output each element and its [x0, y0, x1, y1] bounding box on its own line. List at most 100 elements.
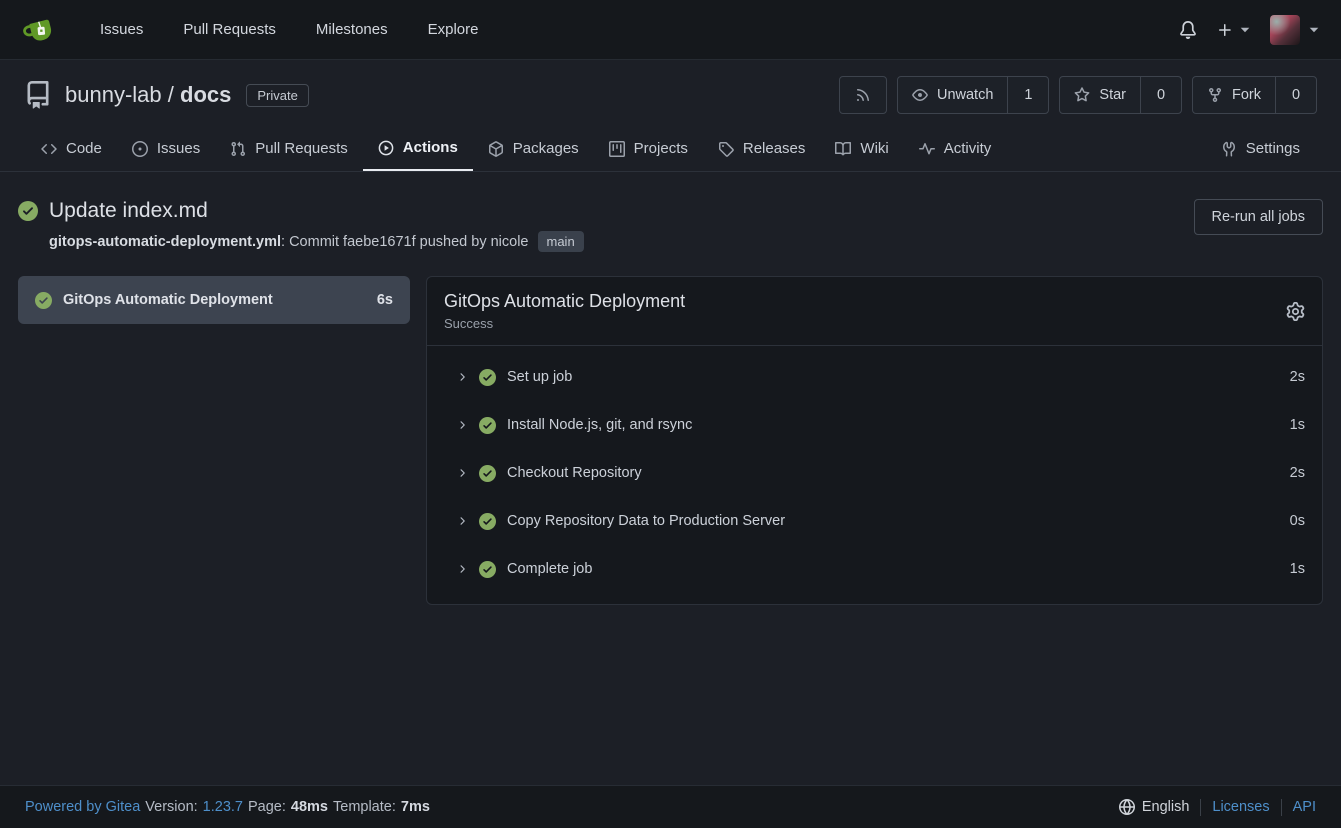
- tab-wiki[interactable]: Wiki: [820, 129, 903, 171]
- repo-name-link[interactable]: docs: [180, 82, 231, 107]
- version-link[interactable]: 1.23.7: [203, 799, 243, 815]
- repo-separator: /: [168, 82, 174, 107]
- step-row[interactable]: Complete job 1s: [427, 545, 1322, 593]
- chevron-down-icon: [1240, 27, 1250, 33]
- tab-releases[interactable]: Releases: [703, 129, 821, 171]
- rerun-all-jobs-button[interactable]: Re-run all jobs: [1194, 199, 1324, 235]
- nav-link-issues[interactable]: Issues: [80, 0, 163, 60]
- git-pull-request-icon: [230, 141, 246, 157]
- version-label: Version:: [145, 799, 197, 815]
- footer-links: English Licenses API: [1119, 799, 1316, 816]
- powered-by-gitea-link[interactable]: Powered by Gitea: [25, 799, 140, 815]
- workflow-file-link[interactable]: gitops-automatic-deployment.yml: [49, 234, 281, 250]
- run-columns: GitOps Automatic Deployment 6s GitOps Au…: [18, 276, 1323, 605]
- api-link[interactable]: API: [1293, 799, 1316, 815]
- branch-badge[interactable]: main: [538, 231, 584, 252]
- globe-icon: [1119, 799, 1135, 815]
- tab-activity[interactable]: Activity: [904, 129, 1007, 171]
- job-detail-panel: GitOps Automatic Deployment Success Set …: [426, 276, 1323, 605]
- tab-issues[interactable]: Issues: [117, 129, 215, 171]
- step-success-check-icon: [479, 561, 496, 578]
- chevron-right-icon[interactable]: [456, 563, 468, 575]
- forks-count[interactable]: 0: [1275, 77, 1316, 113]
- page-time: 48ms: [291, 799, 328, 815]
- user-menu-dropdown[interactable]: [1270, 15, 1319, 45]
- job-steps-list: Set up job 2s Install Node.js, git, and …: [427, 346, 1322, 604]
- step-name: Install Node.js, git, and rsync: [507, 417, 692, 433]
- step-row[interactable]: Checkout Repository 2s: [427, 449, 1322, 497]
- job-list: GitOps Automatic Deployment 6s: [18, 276, 410, 324]
- rss-icon: [855, 87, 871, 103]
- step-row[interactable]: Set up job 2s: [427, 353, 1322, 401]
- step-duration: 2s: [1290, 369, 1305, 385]
- step-duration: 2s: [1290, 465, 1305, 481]
- top-navbar: Issues Pull Requests Milestones Explore: [0, 0, 1341, 60]
- git-fork-icon: [1207, 87, 1223, 103]
- job-list-item-selected[interactable]: GitOps Automatic Deployment 6s: [18, 276, 410, 324]
- notifications-bell-icon[interactable]: [1179, 21, 1197, 39]
- topnav-right-cluster: [1179, 15, 1319, 45]
- repo-owner-link[interactable]: bunny-lab: [65, 82, 162, 107]
- footer: Powered by Gitea Version: 1.23.7 Page: 4…: [0, 785, 1341, 828]
- job-options-gear-icon[interactable]: [1286, 302, 1305, 321]
- project-board-icon: [609, 141, 625, 157]
- commit-text: : Commit faebe1671f pushed by nicole: [281, 234, 528, 250]
- step-row[interactable]: Install Node.js, git, and rsync 1s: [427, 401, 1322, 449]
- template-label: Template:: [333, 799, 396, 815]
- nav-link-milestones[interactable]: Milestones: [296, 0, 408, 60]
- gitea-logo-icon[interactable]: [22, 13, 56, 47]
- chevron-right-icon[interactable]: [456, 515, 468, 527]
- nav-link-explore[interactable]: Explore: [408, 0, 499, 60]
- step-name: Checkout Repository: [507, 465, 642, 481]
- star-button[interactable]: Star: [1060, 77, 1140, 113]
- issue-opened-icon: [132, 141, 148, 157]
- plus-icon: [1217, 22, 1233, 38]
- tab-actions[interactable]: Actions: [363, 129, 473, 171]
- unwatch-button[interactable]: Unwatch: [898, 77, 1007, 113]
- step-duration: 0s: [1290, 513, 1305, 529]
- avatar[interactable]: [1270, 15, 1300, 45]
- step-duration: 1s: [1290, 561, 1305, 577]
- job-detail-header: GitOps Automatic Deployment Success: [427, 277, 1322, 346]
- job-name: GitOps Automatic Deployment: [63, 292, 273, 308]
- create-new-dropdown[interactable]: [1217, 22, 1250, 38]
- tab-packages[interactable]: Packages: [473, 129, 594, 171]
- code-icon: [41, 141, 57, 157]
- tab-pull-requests[interactable]: Pull Requests: [215, 129, 363, 171]
- job-duration: 6s: [377, 292, 393, 308]
- repo-title: bunny-lab / docs: [65, 82, 231, 108]
- fork-label: Fork: [1232, 87, 1261, 103]
- footer-meta: Powered by Gitea Version: 1.23.7 Page: 4…: [25, 799, 430, 815]
- eye-icon: [912, 87, 928, 103]
- nav-link-pull-requests[interactable]: Pull Requests: [163, 0, 296, 60]
- repo-tabbar: Code Issues Pull Requests Actions Packag…: [24, 129, 1317, 171]
- unwatch-label: Unwatch: [937, 87, 993, 103]
- licenses-link[interactable]: Licenses: [1212, 799, 1269, 815]
- tab-settings[interactable]: Settings: [1206, 129, 1315, 171]
- job-detail-title: GitOps Automatic Deployment: [444, 291, 685, 312]
- step-row[interactable]: Copy Repository Data to Production Serve…: [427, 497, 1322, 545]
- stars-count[interactable]: 0: [1140, 77, 1181, 113]
- chevron-right-icon[interactable]: [456, 419, 468, 431]
- run-success-check-icon: [18, 201, 38, 221]
- package-icon: [488, 141, 504, 157]
- chevron-down-icon: [1309, 27, 1319, 33]
- run-header: Update index.md gitops-automatic-deploym…: [18, 199, 1323, 252]
- job-success-check-icon: [35, 292, 52, 309]
- repo-book-icon: [24, 81, 52, 109]
- language-selector[interactable]: English: [1119, 799, 1190, 815]
- step-success-check-icon: [479, 513, 496, 530]
- run-title: Update index.md: [49, 199, 208, 223]
- watchers-count[interactable]: 1: [1007, 77, 1048, 113]
- rss-feed-button[interactable]: [839, 76, 887, 114]
- step-success-check-icon: [479, 417, 496, 434]
- footer-divider: [1281, 799, 1282, 816]
- step-success-check-icon: [479, 369, 496, 386]
- chevron-right-icon[interactable]: [456, 371, 468, 383]
- tab-projects[interactable]: Projects: [594, 129, 703, 171]
- chevron-right-icon[interactable]: [456, 467, 468, 479]
- run-subtitle: gitops-automatic-deployment.yml: Commit …: [49, 231, 584, 252]
- tab-code[interactable]: Code: [26, 129, 117, 171]
- fork-button[interactable]: Fork: [1193, 77, 1275, 113]
- job-status-text: Success: [444, 316, 685, 331]
